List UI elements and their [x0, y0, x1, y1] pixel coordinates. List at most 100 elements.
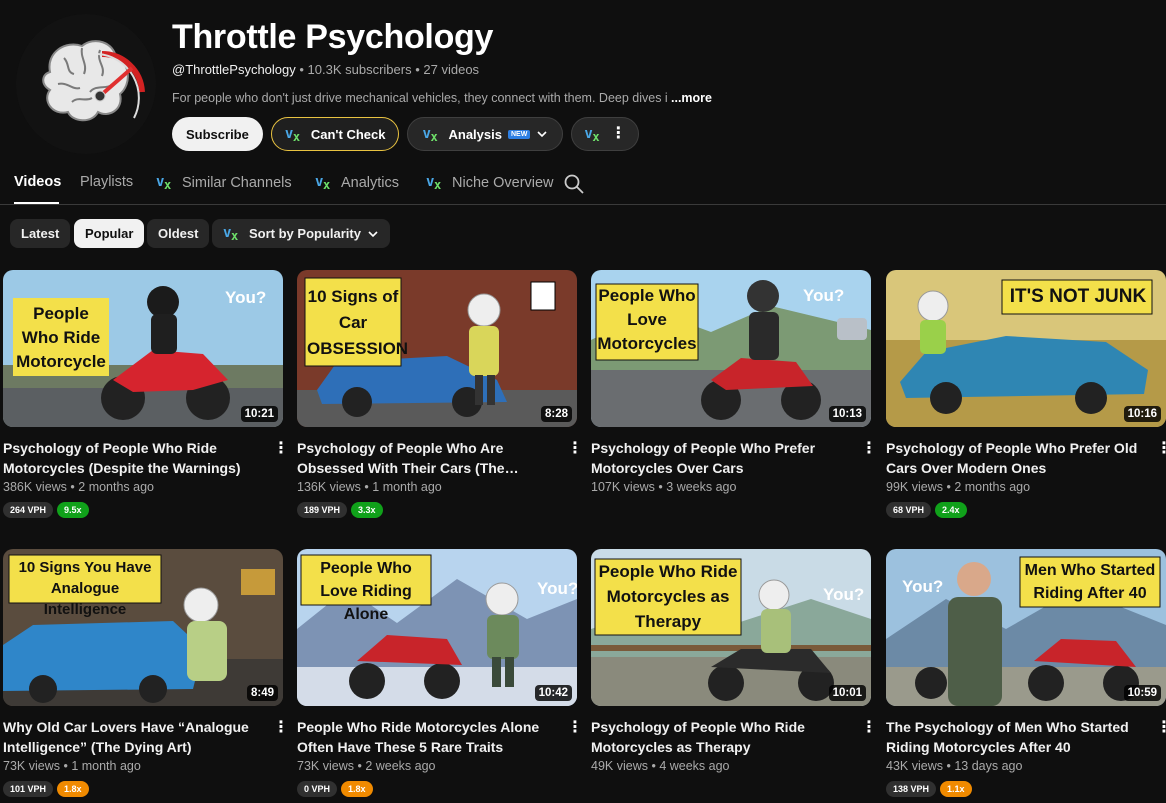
- subscriber-count: 10.3K subscribers: [307, 62, 412, 77]
- channel-tabs: Videos Playlists vx Similar Channels vx …: [0, 165, 1166, 205]
- more-vert-icon[interactable]: ⋮: [567, 440, 583, 460]
- vidiq-icon: vx: [156, 174, 172, 192]
- thumbnail-you-label: You?: [823, 585, 865, 604]
- video-title[interactable]: Psychology of People Who Prefer Motorcyc…: [591, 438, 853, 478]
- duration-badge: 10:42: [534, 685, 572, 701]
- analysis-label: Analysis: [448, 126, 502, 142]
- thumbnail-you-label: You?: [225, 288, 267, 307]
- video-card[interactable]: 10 Signs of Car OBSESSION 8:28 Psycholog…: [297, 270, 583, 518]
- subscribe-button[interactable]: Subscribe: [172, 117, 263, 151]
- video-title[interactable]: The Psychology of Men Who Started Riding…: [886, 717, 1148, 757]
- duration-badge: 8:49: [246, 685, 278, 701]
- vidiq-icon: vx: [426, 174, 442, 192]
- duration-badge: 10:13: [828, 406, 866, 422]
- vph-badge: 68 VPH: [886, 502, 932, 518]
- vidiq-icon: vx: [315, 174, 331, 192]
- video-count: 27 videos: [423, 62, 480, 77]
- outlier-ratio-badge: 1.8x: [341, 781, 373, 797]
- video-title[interactable]: Psychology of People Who Ride Motorcycle…: [3, 438, 265, 478]
- channel-name: Throttle Psychology: [172, 18, 494, 56]
- tab-analytics[interactable]: vx Analytics: [315, 174, 399, 192]
- chip-latest[interactable]: Latest: [10, 219, 71, 248]
- video-stats: 386K views • 2 months ago: [3, 480, 155, 494]
- video-thumbnail[interactable]: People Who Ride Motorcycle You? 10:21: [3, 270, 283, 427]
- video-title[interactable]: People Who Ride Motorcycles Alone Often …: [297, 717, 559, 757]
- chevron-down-icon: [368, 230, 378, 237]
- thumbnail-caption: 10 Signs of Car OBSESSION: [307, 287, 409, 358]
- video-stats: 73K views • 2 weeks ago: [297, 759, 436, 773]
- more-vert-icon[interactable]: ⋮: [273, 719, 289, 739]
- tab-videos[interactable]: Videos: [14, 174, 61, 190]
- outlier-ratio-badge: 1.8x: [57, 781, 89, 797]
- chip-popular[interactable]: Popular: [74, 219, 145, 248]
- video-stats: 43K views • 13 days ago: [886, 759, 1023, 773]
- vidiq-badges: 264 VPH 9.5x: [3, 502, 89, 518]
- thumbnail-caption: IT'S NOT JUNK: [1009, 286, 1147, 307]
- duration-badge: 10:01: [828, 685, 866, 701]
- chip-oldest[interactable]: Oldest: [147, 219, 210, 248]
- video-card[interactable]: Men Who Started Riding After 40 You? 10:…: [886, 549, 1166, 797]
- thumbnail-caption: People Who Love Motorcycles: [597, 286, 697, 353]
- more-vert-icon[interactable]: ⋮: [273, 440, 289, 460]
- vph-badge: 101 VPH: [3, 781, 54, 797]
- tab-niche-overview[interactable]: vx Niche Overview: [426, 174, 554, 192]
- tab-similar-channels[interactable]: vx Similar Channels: [156, 174, 292, 192]
- video-card[interactable]: People Who Ride Motorcycle You? 10:21 Ps…: [3, 270, 289, 518]
- video-title[interactable]: Why Old Car Lovers Have “Analogue Intell…: [3, 717, 265, 757]
- vidiq-icon: vx: [584, 125, 600, 144]
- channel-handle[interactable]: @ThrottlePsychology: [172, 62, 296, 77]
- video-title[interactable]: Psychology of People Who Prefer Old Cars…: [886, 438, 1148, 478]
- outlier-ratio-badge: 1.1x: [940, 781, 972, 797]
- more-vert-icon: ⋮: [610, 125, 627, 142]
- video-thumbnail[interactable]: IT'S NOT JUNK 10:16: [886, 270, 1166, 427]
- video-stats: 99K views • 2 months ago: [886, 480, 1031, 494]
- vph-badge: 189 VPH: [297, 502, 348, 518]
- more-vert-icon[interactable]: ⋮: [1156, 440, 1166, 460]
- vph-badge: 0 VPH: [297, 781, 338, 797]
- vidiq-icon: vx: [223, 225, 239, 243]
- description-text: For people who don't just drive mechanic…: [172, 91, 668, 105]
- thumbnail-caption: People Who Ride Motorcycle: [16, 304, 106, 371]
- channel-page: Throttle Psychology @ThrottlePsychology …: [0, 0, 1166, 803]
- vidiq-badges: 68 VPH 2.4x: [886, 502, 967, 518]
- outlier-ratio-badge: 9.5x: [57, 502, 89, 518]
- video-thumbnail[interactable]: Men Who Started Riding After 40 You? 10:…: [886, 549, 1166, 706]
- video-card[interactable]: People Who Love Motorcycles You? 10:13 P…: [591, 270, 877, 494]
- thumbnail-caption: Men Who Started Riding After 40: [1024, 562, 1156, 602]
- vidiq-more-button[interactable]: vx ⋮: [571, 117, 640, 151]
- duration-badge: 10:59: [1123, 685, 1161, 701]
- video-thumbnail[interactable]: 10 Signs of Car OBSESSION 8:28: [297, 270, 577, 427]
- more-vert-icon[interactable]: ⋮: [1156, 719, 1166, 739]
- analysis-button[interactable]: vx Analysis NEW: [407, 117, 564, 151]
- channel-avatar[interactable]: [16, 14, 156, 154]
- video-title[interactable]: Psychology of People Who Ride Motorcycle…: [591, 717, 853, 757]
- video-card[interactable]: People Who Ride Motorcycles as Therapy Y…: [591, 549, 877, 773]
- video-thumbnail[interactable]: People Who Love Riding Alone You? 10:42: [297, 549, 577, 706]
- video-stats: 49K views • 4 weeks ago: [591, 759, 730, 773]
- video-card[interactable]: IT'S NOT JUNK 10:16 Psychology of People…: [886, 270, 1166, 518]
- chevron-down-icon: [537, 131, 547, 138]
- tab-playlists[interactable]: Playlists: [80, 174, 133, 190]
- search-icon[interactable]: [563, 173, 585, 195]
- video-title[interactable]: Psychology of People Who Are Obsessed Wi…: [297, 438, 559, 478]
- outlier-ratio-badge: 2.4x: [935, 502, 967, 518]
- video-card[interactable]: 10 Signs You Have Analogue Intelligence …: [3, 549, 289, 797]
- channel-description[interactable]: For people who don't just drive mechanic…: [172, 91, 712, 105]
- video-thumbnail[interactable]: People Who Ride Motorcycles as Therapy Y…: [591, 549, 871, 706]
- cant-check-button[interactable]: vx Can't Check: [270, 117, 400, 151]
- cant-check-label: Can't Check: [310, 126, 386, 142]
- thumbnail-caption: People Who Ride Motorcycles as Therapy: [598, 562, 738, 631]
- more-link[interactable]: ...more: [667, 91, 712, 105]
- thumbnail-you-label: You?: [803, 286, 845, 305]
- video-thumbnail[interactable]: People Who Love Motorcycles You? 10:13: [591, 270, 871, 427]
- vph-badge: 138 VPH: [886, 781, 937, 797]
- sort-by-popularity-dropdown[interactable]: vx Sort by Popularity: [212, 219, 390, 248]
- outlier-ratio-badge: 3.3x: [351, 502, 383, 518]
- video-thumbnail[interactable]: 10 Signs You Have Analogue Intelligence …: [3, 549, 283, 706]
- thumbnail-caption: People Who Love Riding Alone: [320, 560, 412, 623]
- video-card[interactable]: People Who Love Riding Alone You? 10:42 …: [297, 549, 583, 797]
- more-vert-icon[interactable]: ⋮: [567, 719, 583, 739]
- vidiq-badges: 101 VPH 1.8x: [3, 781, 89, 797]
- more-vert-icon[interactable]: ⋮: [861, 719, 877, 739]
- more-vert-icon[interactable]: ⋮: [861, 440, 877, 460]
